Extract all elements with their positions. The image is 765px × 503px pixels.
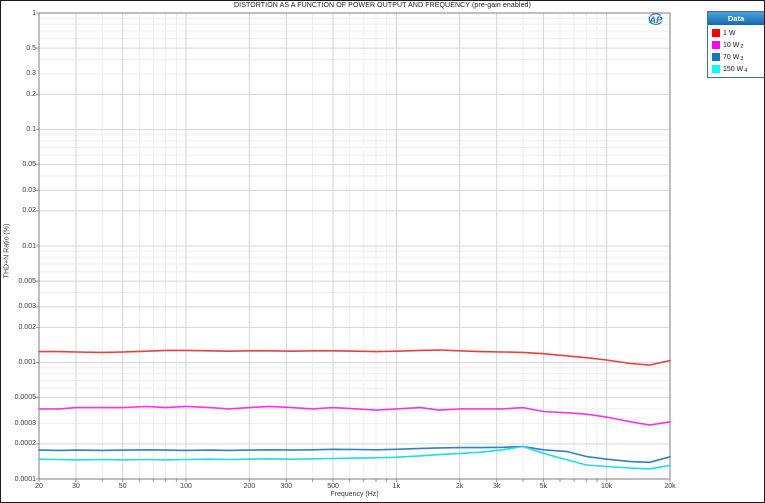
y-tick-label: 0.003: [18, 303, 36, 311]
y-tick-label: 1: [32, 9, 36, 17]
plot-canvas: [36, 12, 671, 482]
legend-body: 1 W 10 W 2 70 W 3 150 W4: [708, 25, 764, 77]
legend-item-150-W[interactable]: 150 W4: [712, 63, 764, 75]
y-tick-label: 0.0005: [14, 394, 36, 402]
legend-item-70-W[interactable]: 70 W3: [712, 51, 764, 63]
plot-area[interactable]: [1, 1, 764, 502]
y-tick-label: 0.2: [26, 90, 36, 98]
y-tick-label: 0.0003: [14, 419, 36, 427]
x-tick-label: 200: [243, 483, 256, 490]
x-tick-label: 5k: [539, 483, 548, 490]
x-tick-label: 2k: [455, 483, 464, 490]
legend-item-label: 70 W: [723, 53, 740, 61]
y-tick-label: 0.3: [26, 70, 36, 78]
x-axis-title: Frequency (Hz): [330, 491, 379, 498]
y-tick-label: 0.005: [18, 277, 36, 285]
svg-text:AP: AP: [648, 15, 663, 26]
y-tick-label: 0.5: [26, 44, 36, 52]
legend-item-cursor-index: 3: [740, 55, 744, 62]
y-tick-label: 0.0002: [14, 440, 36, 448]
ap-analyzer-graph-window: DISTORTION AS A FUNCTION OF POWER OUTPUT…: [0, 0, 765, 503]
legend-color-swatch: [712, 41, 720, 49]
legend-item-10-W[interactable]: 10 W2: [712, 39, 764, 51]
legend-item-1-W[interactable]: 1 W: [712, 27, 764, 39]
x-tick-label: 50: [118, 483, 127, 490]
legend-color-swatch: [712, 29, 720, 37]
legend-item-label: 150 W: [723, 65, 744, 73]
x-tick-label: 20k: [664, 483, 676, 490]
x-tick-label: 10k: [601, 483, 613, 490]
y-tick-label: 0.05: [22, 161, 36, 169]
y-tick-label: 0.002: [18, 323, 36, 331]
y-tick-label: 0.02: [22, 207, 36, 215]
x-tick-label: 20: [35, 483, 43, 490]
y-tick-label: 0.01: [22, 242, 36, 250]
y-tick-label: 0.1: [26, 126, 36, 133]
ap-logo-icon: AP: [646, 11, 664, 29]
legend-header: Data: [708, 12, 764, 25]
legend-color-swatch: [712, 65, 720, 73]
x-tick-label: 1k: [392, 483, 401, 490]
legend-item-cursor-index: 2: [740, 43, 744, 50]
x-tick-label: 300: [280, 483, 293, 490]
legend-item-label: 10 W: [723, 41, 740, 49]
y-tick-label: 0.03: [22, 186, 36, 194]
legend-color-swatch: [712, 53, 720, 61]
x-tick-label: 100: [180, 483, 192, 490]
legend-panel: Data 1 W 10 W 2 70 W 3 150 W4: [707, 11, 764, 78]
y-tick-label: 0.001: [18, 359, 36, 366]
legend-item-cursor-index: 4: [744, 67, 748, 74]
x-tick-label: 30: [72, 483, 80, 490]
x-tick-label: 3k: [493, 483, 501, 490]
x-tick-label: 500: [327, 483, 339, 490]
legend-item-label: 1 W: [723, 29, 736, 37]
